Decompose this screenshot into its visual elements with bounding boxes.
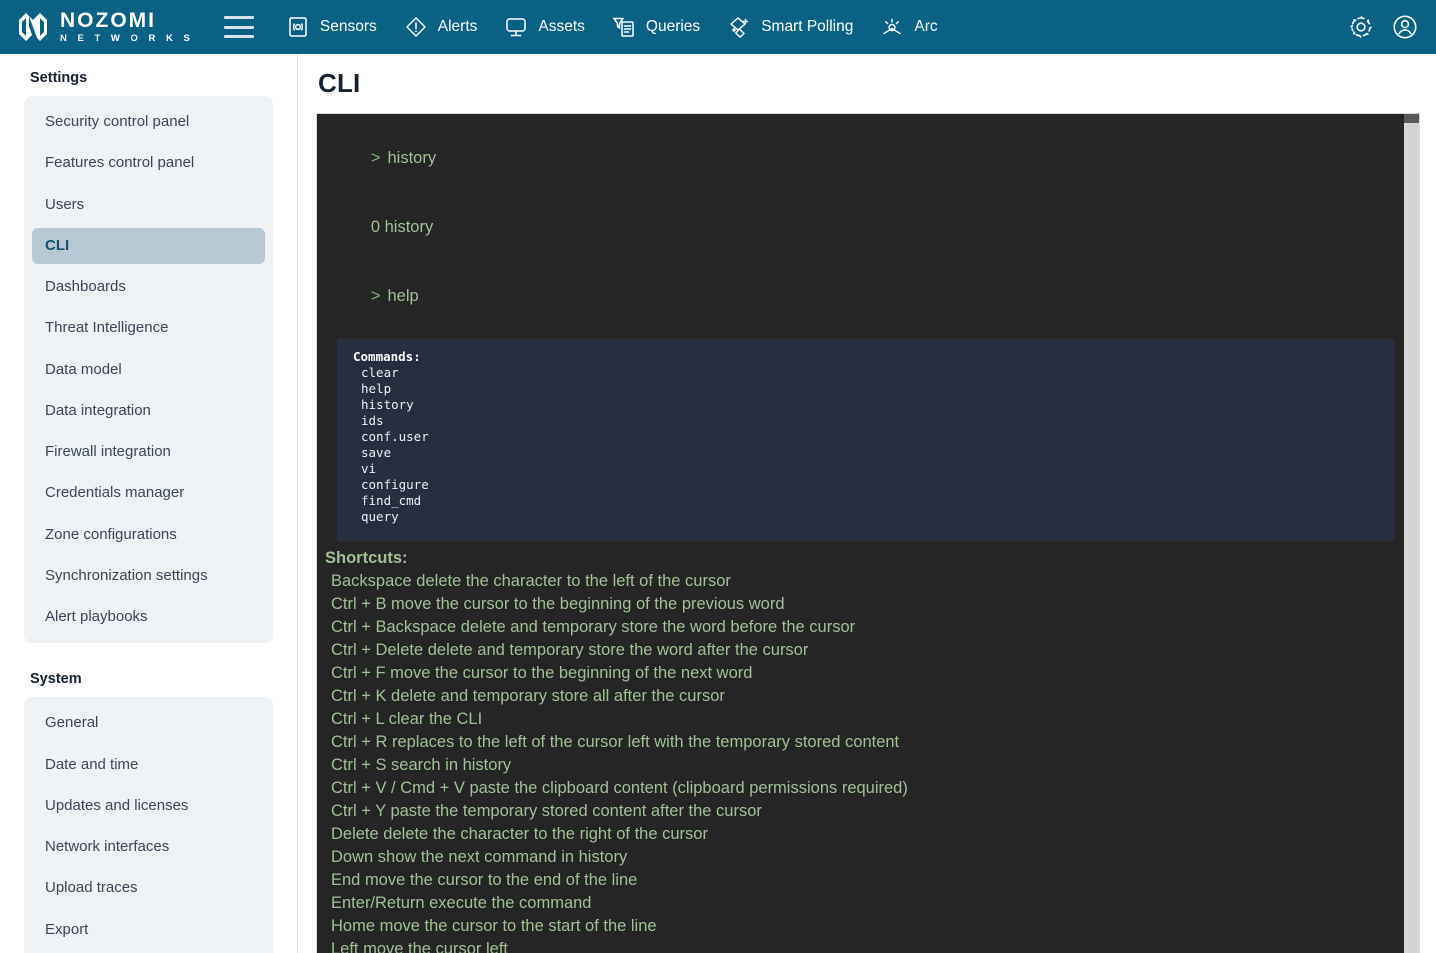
sidebar-item-threat-intelligence[interactable]: Threat Intelligence <box>32 310 265 346</box>
nozomi-logo-icon <box>19 13 47 41</box>
sidebar-item-synchronization-settings[interactable]: Synchronization settings <box>32 558 265 594</box>
sidebar-item-data-model[interactable]: Data model <box>32 352 265 388</box>
page-body: Settings Security control panel Features… <box>0 54 1436 953</box>
shortcut-item: Home move the cursor to the start of the… <box>331 917 657 935</box>
sidebar-heading-system: System <box>30 671 82 688</box>
hamburger-menu-icon[interactable] <box>223 16 254 38</box>
shortcuts-title: Shortcuts: <box>325 549 408 567</box>
brand-name: NOZOMI <box>60 9 156 33</box>
sidebar-item-credentials-manager[interactable]: Credentials manager <box>32 475 265 511</box>
alerts-icon <box>405 16 426 38</box>
nav-label-queries: Queries <box>645 18 701 35</box>
cli-terminal-output[interactable]: > history 0 history > help Commands: clear… <box>317 114 1403 953</box>
terminal-history-line: 0 history <box>325 193 1403 262</box>
nav-item-smart-polling[interactable]: Smart Polling <box>715 8 864 46</box>
terminal-line-text: history <box>387 149 437 167</box>
nav-label-alerts: Alerts <box>437 18 478 35</box>
command-item: vi <box>361 461 377 476</box>
settings-sidebar: Settings Security control panel Features… <box>0 54 298 953</box>
sidebar-item-zone-configurations[interactable]: Zone configurations <box>32 517 265 553</box>
shortcut-item: Ctrl + F move the cursor to the beginnin… <box>331 664 753 682</box>
sidebar-item-date-and-time[interactable]: Date and time <box>32 747 265 783</box>
command-item: query <box>361 509 399 524</box>
sidebar-group-system: General Date and time Updates and licens… <box>24 697 273 953</box>
nav-item-sensors[interactable]: Sensors <box>274 8 388 46</box>
terminal-line-text: help <box>387 287 419 305</box>
shortcut-item: Ctrl + L clear the CLI <box>331 710 483 728</box>
main-content: CLI > history 0 history > help Commands: c… <box>298 54 1436 953</box>
arc-icon <box>883 18 902 35</box>
top-right-actions <box>1346 0 1420 54</box>
sidebar-item-general[interactable]: General <box>32 705 265 741</box>
shortcut-item: Down show the next command in history <box>331 848 628 866</box>
page-title: CLI <box>318 68 361 98</box>
nav-label-sensors: Sensors <box>319 18 377 35</box>
command-item: clear <box>361 365 399 380</box>
shortcut-item: Ctrl + K delete and temporary store all … <box>331 687 725 705</box>
top-nav-items: Sensors Alerts Assets Queries Smart Poll… <box>274 8 949 46</box>
command-item: save <box>361 445 392 460</box>
shortcut-item: Ctrl + Backspace delete and temporary st… <box>331 618 856 636</box>
command-item: configure <box>361 477 429 492</box>
command-item: find_cmd <box>361 493 422 508</box>
nav-label-smart-polling: Smart Polling <box>761 18 854 35</box>
terminal-scrollbar-track[interactable] <box>1404 114 1419 953</box>
sidebar-item-cli[interactable]: CLI <box>32 227 265 264</box>
sidebar-heading-settings: Settings <box>30 70 88 86</box>
terminal-history-line: > help <box>325 262 1403 331</box>
shortcut-item: Backspace delete the character to the le… <box>331 572 731 590</box>
assets-icon <box>506 18 527 37</box>
prompt-symbol: > <box>370 287 381 305</box>
commands-title: Commands: <box>353 349 421 364</box>
nav-item-alerts[interactable]: Alerts <box>392 8 489 46</box>
shortcut-item: Ctrl + Y paste the temporary stored cont… <box>331 802 762 820</box>
shortcut-item: Ctrl + S search in history <box>331 756 512 774</box>
terminal-scrollbar-thumb[interactable] <box>1404 114 1419 123</box>
top-navigation-bar: NOZOMI N E T W O R K S Sensors Alerts As… <box>0 0 1436 54</box>
user-account-icon[interactable] <box>1390 12 1420 42</box>
terminal-history-line: > history <box>325 124 1403 193</box>
shortcut-item: Delete delete the character to the right… <box>331 825 708 843</box>
sidebar-item-network-interfaces[interactable]: Network interfaces <box>32 829 265 865</box>
nav-label-assets: Assets <box>538 18 585 35</box>
nav-item-queries[interactable]: Queries <box>600 8 711 46</box>
shortcut-item: Ctrl + B move the cursor to the beginnin… <box>331 595 785 613</box>
cli-terminal-panel[interactable]: > history 0 history > help Commands: clear… <box>316 113 1420 953</box>
command-item: history <box>361 397 414 412</box>
terminal-line-text: 0 history <box>370 218 434 236</box>
shortcut-item: End move the cursor to the end of the li… <box>331 871 638 889</box>
brand-subtitle: N E T W O R K S <box>60 33 194 45</box>
sidebar-item-features-control-panel[interactable]: Features control panel <box>32 145 265 181</box>
prompt-symbol: > <box>370 149 381 167</box>
gear-icon[interactable] <box>1346 12 1376 42</box>
sidebar-item-users[interactable]: Users <box>32 187 265 223</box>
sidebar-item-dashboards[interactable]: Dashboards <box>32 269 265 305</box>
command-item: ids <box>361 413 384 428</box>
shortcut-item: Ctrl + Delete delete and temporary store… <box>331 641 809 659</box>
sidebar-item-firewall-integration[interactable]: Firewall integration <box>32 434 265 470</box>
nav-item-assets[interactable]: Assets <box>492 8 596 46</box>
queries-icon <box>612 17 634 37</box>
commands-help-block: Commands: clear help history ids conf.us… <box>337 339 1395 541</box>
shortcut-item: Enter/Return execute the command <box>331 894 592 912</box>
sidebar-item-data-integration[interactable]: Data integration <box>32 393 265 429</box>
nav-item-arc[interactable]: Arc <box>868 8 948 46</box>
command-item: help <box>361 381 392 396</box>
brand-logo-group[interactable]: NOZOMI N E T W O R K S <box>16 10 194 44</box>
sidebar-group-settings: Security control panel Features control … <box>24 96 273 644</box>
smart-polling-icon <box>730 17 749 38</box>
sidebar-item-upload-traces[interactable]: Upload traces <box>32 870 265 906</box>
nav-label-arc: Arc <box>914 18 938 35</box>
sensors-icon <box>289 17 307 37</box>
sidebar-item-updates-and-licenses[interactable]: Updates and licenses <box>32 788 265 824</box>
shortcut-item: Ctrl + R replaces to the left of the cur… <box>331 733 900 751</box>
shortcut-item: Left move the cursor left <box>331 940 508 953</box>
sidebar-item-security-control-panel[interactable]: Security control panel <box>32 104 265 140</box>
sidebar-item-alert-playbooks[interactable]: Alert playbooks <box>32 599 265 635</box>
sidebar-item-export[interactable]: Export <box>32 912 265 948</box>
shortcut-item: Ctrl + V / Cmd + V paste the clipboard c… <box>331 779 908 797</box>
command-item: conf.user <box>361 429 429 444</box>
